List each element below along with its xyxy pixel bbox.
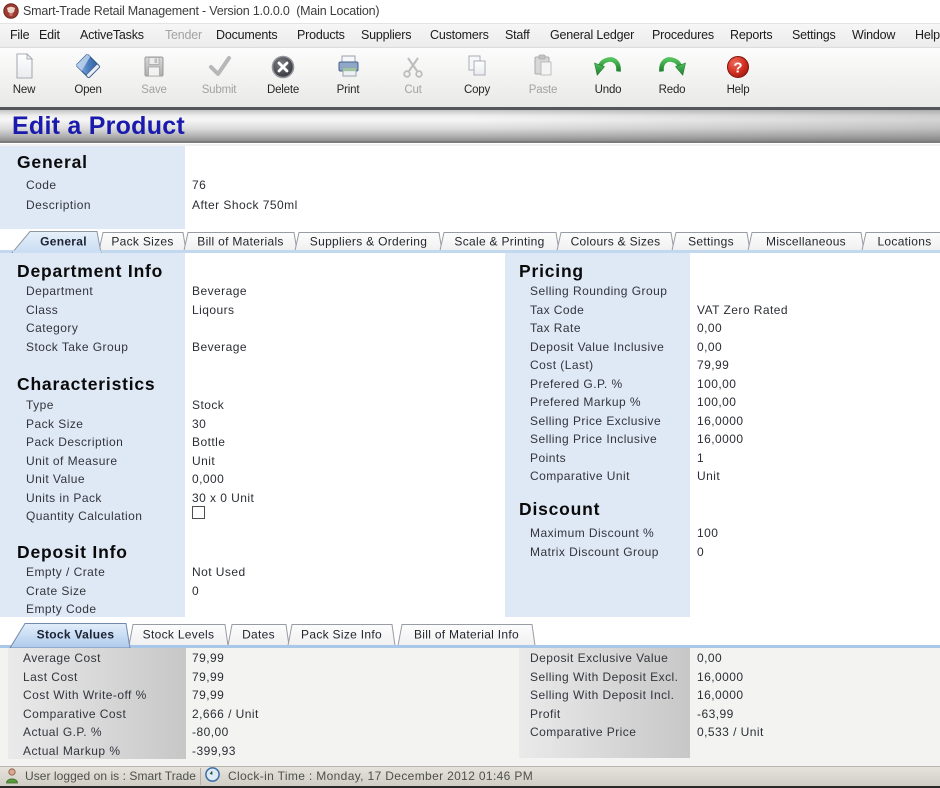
svg-text:Colours & Sizes: Colours & Sizes bbox=[571, 235, 661, 249]
svg-text:Suppliers & Ordering: Suppliers & Ordering bbox=[310, 235, 427, 249]
svg-text:General: General bbox=[40, 235, 87, 249]
svg-text:Scale & Printing: Scale & Printing bbox=[454, 235, 544, 249]
svg-text:Locations: Locations bbox=[877, 235, 931, 249]
svg-text:Dates: Dates bbox=[242, 628, 275, 642]
svg-text:Settings: Settings bbox=[688, 235, 734, 249]
svg-text:Stock Levels: Stock Levels bbox=[143, 628, 215, 642]
svg-text:Pack Sizes: Pack Sizes bbox=[111, 235, 173, 249]
svg-text:?: ? bbox=[733, 60, 742, 77]
svg-text:Bill of Material Info: Bill of Material Info bbox=[414, 628, 519, 642]
svg-text:Miscellaneous: Miscellaneous bbox=[766, 235, 846, 249]
svg-text:Bill of Materials: Bill of Materials bbox=[197, 235, 283, 249]
svg-text:Pack Size Info: Pack Size Info bbox=[301, 628, 382, 642]
svg-text:Stock Values: Stock Values bbox=[37, 628, 115, 642]
